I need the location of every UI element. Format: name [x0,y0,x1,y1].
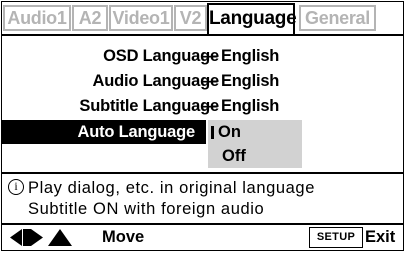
setting-label: Auto Language [77,123,196,141]
info-line-2: Subtitle ON with foreign audio [28,200,265,218]
exit-label[interactable]: Exit [365,225,395,250]
separator: — [201,47,218,65]
option-label: Off [222,147,246,165]
setting-row-auto-language[interactable]: Auto Language [2,120,403,144]
tab-a2[interactable]: A2 [72,5,108,31]
info-line-1: Play dialog, etc. in original language [28,179,315,197]
setup-menu-screen: Audio1 A2 Video1 V2 Language General OSD… [1,1,404,251]
tab-audio1[interactable]: Audio1 [3,5,71,31]
setting-value: English [221,72,280,90]
tab-language[interactable]: Language [207,3,297,34]
setting-row-audio-language[interactable]: Audio Language — English [2,69,403,93]
option-on[interactable]: On [208,120,302,144]
setting-row-osd-language[interactable]: OSD Language — English [2,44,403,68]
option-label: On [218,123,241,141]
footer: Move SETUP Exit [2,225,403,250]
cursor-bar-icon [211,126,214,139]
separator: — [201,97,218,115]
setting-label: Subtitle Language [79,97,219,115]
info-circle-icon: i [8,179,24,195]
setting-row-subtitle-language[interactable]: Subtitle Language — English [2,94,403,118]
divider [2,172,403,174]
tab-bar: Audio1 A2 Video1 V2 Language General [2,2,403,36]
tab-video1[interactable]: Video1 [109,5,173,31]
option-off[interactable]: Off [208,144,302,168]
left-right-up-arrows-icon [10,229,72,246]
move-label: Move [102,228,145,246]
tab-general[interactable]: General [299,5,376,31]
separator: — [201,72,218,90]
auto-language-options: On Off [208,120,302,168]
setup-button[interactable]: SETUP [309,227,363,248]
setting-value: English [221,47,280,65]
tab-v2[interactable]: V2 [174,5,207,31]
setting-value: English [221,97,280,115]
